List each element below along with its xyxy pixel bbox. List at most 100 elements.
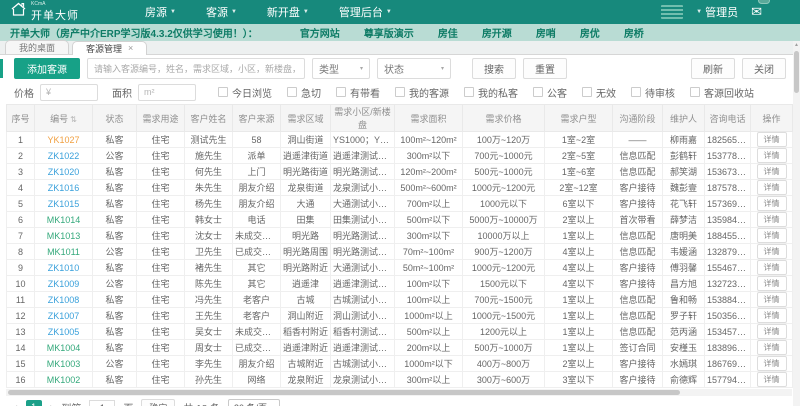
prev-page-icon[interactable]: ‹ (14, 402, 18, 406)
announcement-link-房桥[interactable]: 房桥 (624, 25, 644, 40)
cell-id[interactable]: ZK1007 (34, 307, 93, 324)
checkbox-icon[interactable] (218, 87, 228, 97)
detail-button[interactable]: 详情 (756, 164, 787, 179)
column-header-序号[interactable]: 序号 (6, 104, 35, 132)
page-size-select[interactable]: 30 条/页 ▾ (228, 399, 281, 406)
filter-checkbox-有带看[interactable]: 有带看 (336, 85, 380, 100)
detail-button[interactable]: 详情 (756, 356, 787, 371)
announcement-link-房开源[interactable]: 房开源 (482, 25, 512, 40)
refresh-button[interactable]: 刷新 (691, 58, 735, 79)
search-button[interactable]: 搜索 (472, 58, 516, 79)
checkbox-icon[interactable] (336, 87, 346, 97)
column-header-维护人[interactable]: 维护人 (662, 104, 705, 132)
column-header-需求价格[interactable]: 需求价格 (462, 104, 545, 132)
cell-id[interactable]: ZK1020 (34, 163, 93, 180)
status-select[interactable]: 状态 ▾ (377, 58, 451, 79)
detail-button[interactable]: 详情 (756, 324, 787, 339)
detail-button[interactable]: 详情 (756, 292, 787, 307)
detail-button[interactable]: 详情 (756, 180, 787, 195)
cell-id[interactable]: ZK1010 (34, 259, 93, 276)
filter-checkbox-急切[interactable]: 急切 (287, 85, 321, 100)
detail-button[interactable]: 详情 (756, 196, 787, 211)
nav-item-管理后台[interactable]: 管理后台 ▼ (339, 4, 392, 20)
column-header-需求用途[interactable]: 需求用途 (136, 104, 185, 132)
checkbox-icon[interactable] (533, 87, 543, 97)
cell-id[interactable]: MK1014 (34, 211, 93, 228)
next-page-icon[interactable]: › (50, 402, 54, 406)
close-panel-button[interactable]: 关闭 (742, 58, 786, 79)
detail-button[interactable]: 详情 (756, 132, 787, 147)
add-customer-button[interactable]: 添加客源 (14, 58, 80, 79)
checkbox-icon[interactable] (582, 87, 592, 97)
detail-button[interactable]: 详情 (756, 276, 787, 291)
column-header-需求面积[interactable]: 需求面积 (394, 104, 463, 132)
cell-id[interactable]: ZK1016 (34, 179, 93, 196)
close-tab-icon[interactable]: × (128, 43, 133, 53)
page-number-button[interactable]: 1 (25, 400, 42, 406)
column-header-编号[interactable]: 编号 ⇅ (34, 104, 93, 132)
cell-id[interactable]: MK1013 (34, 227, 93, 244)
detail-button[interactable]: 详情 (756, 340, 787, 355)
filter-checkbox-公客[interactable]: 公客 (533, 85, 567, 100)
search-input[interactable] (87, 58, 305, 79)
area-input[interactable] (138, 83, 196, 101)
announcement-link-房佳[interactable]: 房佳 (438, 25, 458, 40)
nav-item-新开盘[interactable]: 新开盘 ▼ (267, 4, 309, 20)
tab-我的桌面[interactable]: 我的桌面 (5, 40, 70, 54)
detail-button[interactable]: 详情 (756, 244, 787, 259)
goto-page-input[interactable] (89, 399, 116, 406)
checkbox-icon[interactable] (287, 87, 297, 97)
column-header-需求户型[interactable]: 需求户型 (544, 104, 613, 132)
column-header-状态[interactable]: 状态 (92, 104, 137, 132)
detail-button[interactable]: 详情 (756, 212, 787, 227)
checkbox-icon[interactable] (631, 87, 641, 97)
column-header-沟通阶段[interactable]: 沟通阶段 (612, 104, 663, 132)
nav-item-客源[interactable]: 客源 ▼ (206, 4, 237, 20)
cell-id[interactable]: MK1003 (34, 355, 93, 372)
cell-id[interactable]: MK1002 (34, 371, 93, 388)
column-header-操作[interactable]: 操作 (750, 104, 793, 132)
scroll-up-icon[interactable]: ▲ (793, 41, 800, 50)
cell-id[interactable]: MK1011 (34, 243, 93, 260)
detail-button[interactable]: 详情 (756, 260, 787, 275)
nav-item-房源[interactable]: 房源 ▼ (145, 4, 176, 20)
detail-button[interactable]: 详情 (756, 372, 787, 387)
confirm-page-button[interactable]: 确定 (141, 399, 176, 406)
cell-id[interactable]: MK1004 (34, 339, 93, 356)
type-select[interactable]: 类型 ▾ (312, 58, 370, 79)
announcement-link-尊享版演示[interactable]: 尊享版演示 (364, 25, 414, 40)
column-header-需求区域[interactable]: 需求区域 (280, 104, 331, 132)
detail-button[interactable]: 详情 (756, 308, 787, 323)
filter-checkbox-我的私客[interactable]: 我的私客 (464, 85, 518, 100)
app-logo[interactable]: KCmA 开单大师 (10, 1, 79, 23)
announcement-link-官方网站[interactable]: 官方网站 (300, 25, 340, 40)
tab-客源管理[interactable]: 客源管理 × (72, 41, 148, 55)
horizontal-scrollbar-thumb[interactable] (8, 390, 680, 395)
announcement-link-房优[interactable]: 房优 (580, 25, 600, 40)
announcement-link-房哨[interactable]: 房哨 (536, 25, 556, 40)
checkbox-icon[interactable] (395, 87, 405, 97)
cell-id[interactable]: ZK1008 (34, 291, 93, 308)
sort-icon[interactable]: ⇅ (70, 115, 77, 124)
user-menu[interactable]: ▼ 管理员 (696, 4, 738, 20)
vertical-scrollbar[interactable]: ▲ (793, 41, 800, 406)
column-header-客户来源[interactable]: 客户来源 (232, 104, 281, 132)
price-input[interactable] (40, 83, 98, 101)
vertical-scrollbar-thumb[interactable] (794, 51, 799, 93)
reset-button[interactable]: 重置 (523, 58, 567, 79)
cell-id[interactable]: ZK1009 (34, 275, 93, 292)
checkbox-icon[interactable] (464, 87, 474, 97)
horizontal-scrollbar[interactable] (6, 389, 792, 396)
cell-id[interactable]: YK1027 (34, 131, 93, 148)
cell-id[interactable]: ZK1015 (34, 195, 93, 212)
column-header-客户姓名[interactable]: 客户姓名 (184, 104, 233, 132)
filter-checkbox-客源回收站[interactable]: 客源回收站 (690, 85, 754, 100)
column-header-需求小区/新楼盘[interactable]: 需求小区/新楼盘 (330, 104, 395, 132)
detail-button[interactable]: 详情 (756, 228, 787, 243)
detail-button[interactable]: 详情 (756, 148, 787, 163)
column-header-咨询电话[interactable]: 咨询电话 (704, 104, 751, 132)
cell-id[interactable]: ZK1022 (34, 147, 93, 164)
filter-checkbox-待审核[interactable]: 待审核 (631, 85, 675, 100)
filter-checkbox-无效[interactable]: 无效 (582, 85, 616, 100)
messages-button[interactable]: ✉ (751, 0, 771, 21)
